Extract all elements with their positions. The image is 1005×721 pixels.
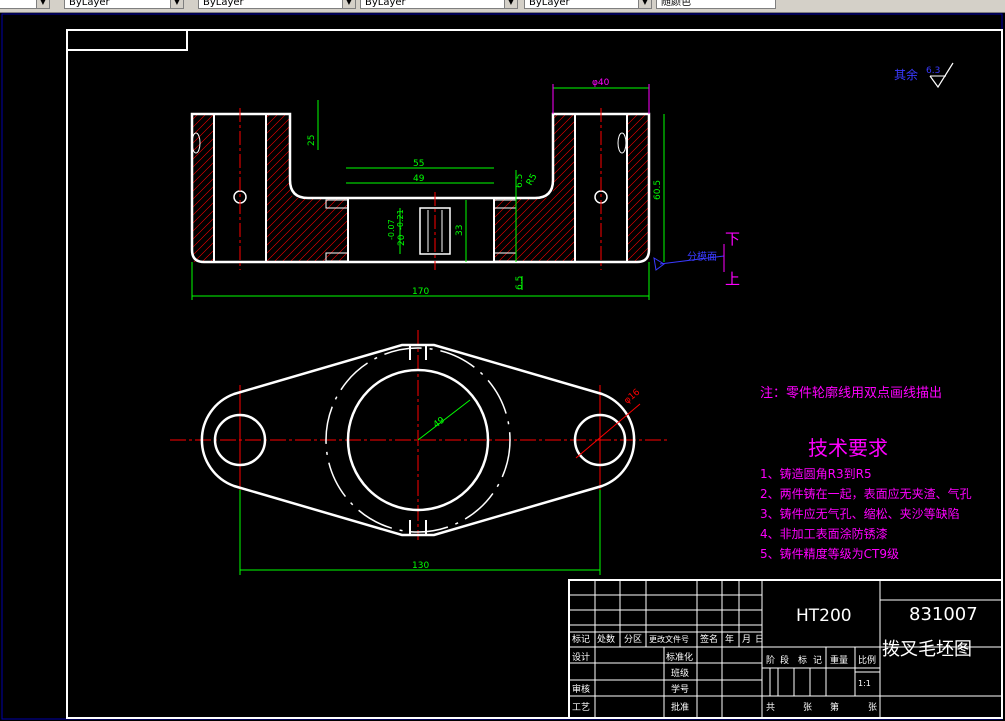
dim-55: 55 xyxy=(413,159,424,169)
layer-combo[interactable]: ▼ xyxy=(0,0,50,9)
front-dimensions xyxy=(191,84,665,300)
material-label: HT200 xyxy=(796,606,852,626)
svg-text:分区: 分区 xyxy=(624,634,642,645)
plan-view xyxy=(170,330,670,540)
svg-text:标准化: 标准化 xyxy=(666,651,693,663)
dim-20-dev: -0.07 xyxy=(387,219,396,240)
svg-text:月: 月 xyxy=(742,634,751,645)
svg-text:标: 标 xyxy=(798,654,807,666)
linetype-combo[interactable]: ByLayer ▼ xyxy=(198,0,356,9)
svg-text:段: 段 xyxy=(780,654,789,666)
tech-item: 4、非加工表面涂防锈漆 xyxy=(760,526,888,541)
tech-item: 1、铸造圆角R3到R5 xyxy=(760,466,872,481)
svg-text:1:1: 1:1 xyxy=(858,679,871,688)
tech-item: 5、铸件精度等级为CT9级 xyxy=(760,546,899,561)
parting-label: 分模面 xyxy=(687,251,717,263)
svg-text:标记: 标记 xyxy=(572,633,590,645)
dim-20: 20 xyxy=(397,234,407,246)
dim-d40: φ40 xyxy=(592,78,610,88)
color-combo[interactable]: ByLayer ▼ xyxy=(64,0,184,9)
dim-r5: R5 xyxy=(525,172,540,187)
dim-49: 49 xyxy=(413,174,425,184)
tech-item: 3、铸件应无气孔、缩松、夹沙等缺陷 xyxy=(760,506,960,521)
svg-text:比例: 比例 xyxy=(858,654,876,666)
surface-note: 其余 6.3 xyxy=(894,62,954,89)
svg-text:年: 年 xyxy=(725,633,734,645)
tech-item: 2、两件铸在一起，表面应无夹渣、气孔 xyxy=(760,486,972,501)
label-down: 下 xyxy=(725,230,740,248)
outline-note: 注：零件轮廓线用双点画线描出 xyxy=(760,385,942,401)
tech-requirements-list: 1、铸造圆角R3到R5 2、两件铸在一起，表面应无夹渣、气孔 3、铸件应无气孔、… xyxy=(760,466,972,561)
svg-text:更改文件号: 更改文件号 xyxy=(649,634,689,644)
dim-33: 33 xyxy=(455,225,465,236)
front-dim-texts: φ40 25 55 49 6.5 60.5 33 20 -0.07 -0.21 … xyxy=(307,78,663,297)
svg-text:共: 共 xyxy=(766,702,775,713)
drawing-name: 拨叉毛坯图 xyxy=(882,639,972,660)
svg-text:6.3: 6.3 xyxy=(926,66,940,76)
section-view xyxy=(190,108,651,270)
title-block: 标记 处数 分区 更改文件号 签名 年 月 日 设计 审核 工艺 标准化 班级 … xyxy=(568,579,1003,719)
svg-text:工艺: 工艺 xyxy=(572,702,590,713)
dim-60-5: 60.5 xyxy=(653,180,663,200)
tech-requirements-title: 技术要求 xyxy=(808,436,888,460)
svg-text:设计: 设计 xyxy=(572,651,590,663)
svg-text:日: 日 xyxy=(755,634,764,645)
properties-toolbar: ▼ ByLayer ▼ ByLayer ▼ ByLayer ▼ ByLayer ▼ 随颜… xyxy=(0,0,1005,13)
plotstyle-combo[interactable]: ByLayer ▼ xyxy=(524,0,652,9)
svg-text:张: 张 xyxy=(803,702,812,713)
chevron-down-icon[interactable]: ▼ xyxy=(638,0,651,8)
chevron-down-icon[interactable]: ▼ xyxy=(36,0,49,8)
svg-text:班级: 班级 xyxy=(671,667,689,679)
plan-dim-texts: 130 49 φ16 xyxy=(412,387,642,571)
dim-d16: φ16 xyxy=(623,387,643,406)
dim-6-5-top: 6.5 xyxy=(515,174,525,188)
lineweight-combo[interactable]: ByLayer ▼ xyxy=(360,0,518,9)
svg-text:张: 张 xyxy=(868,702,877,713)
chevron-down-icon[interactable]: ▼ xyxy=(504,0,517,8)
parting-note: 分模面 下 上 xyxy=(653,230,740,288)
svg-text:记: 记 xyxy=(813,655,822,666)
dim-170: 170 xyxy=(412,287,429,297)
svg-text:签名: 签名 xyxy=(700,633,718,645)
drawing-canvas[interactable]: φ40 25 55 49 6.5 60.5 33 20 -0.07 -0.21 … xyxy=(0,13,1005,721)
paper-limit xyxy=(1,13,1003,720)
plotstyle-color-combo[interactable]: 随颜色 xyxy=(656,0,776,9)
svg-text:阶: 阶 xyxy=(766,654,775,666)
dim-25: 25 xyxy=(307,135,317,146)
drawing-code: 831007 xyxy=(909,604,978,625)
svg-text:其余: 其余 xyxy=(894,67,918,82)
svg-text:学号: 学号 xyxy=(671,683,689,695)
label-up: 上 xyxy=(725,270,740,288)
chevron-down-icon[interactable]: ▼ xyxy=(342,0,355,8)
svg-text:第: 第 xyxy=(830,701,839,713)
dim-6-5-bottom: 6.5 xyxy=(515,276,525,290)
svg-text:批准: 批准 xyxy=(671,701,689,713)
svg-text:处数: 处数 xyxy=(597,633,615,645)
svg-text:重量: 重量 xyxy=(830,654,848,666)
dim-130: 130 xyxy=(412,561,429,571)
dim-20-dev2: -0.21 xyxy=(396,209,405,230)
chevron-down-icon[interactable]: ▼ xyxy=(170,0,183,8)
svg-text:审核: 审核 xyxy=(572,683,590,695)
code-box xyxy=(66,29,188,51)
